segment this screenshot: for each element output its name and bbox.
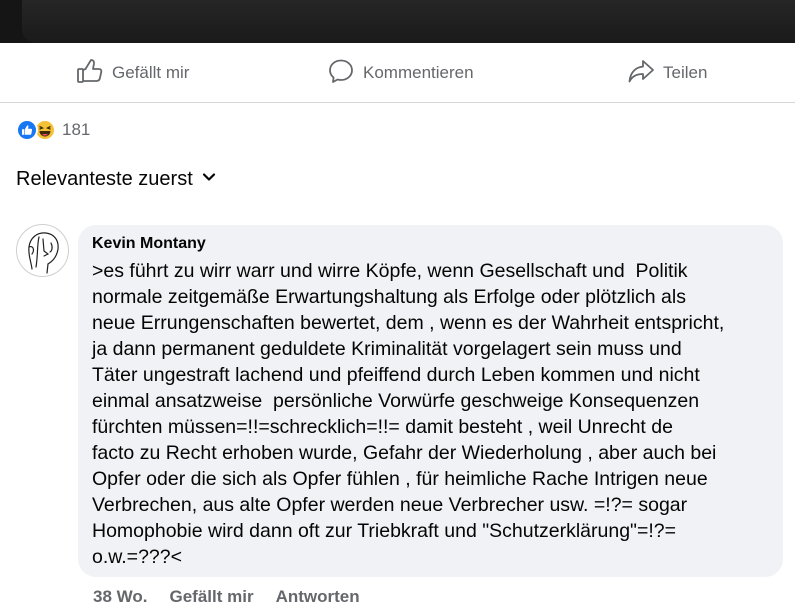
share-button[interactable]: Teilen (627, 43, 707, 103)
avatar[interactable] (16, 224, 69, 277)
avatar-sketch-image (28, 232, 59, 274)
share-arrow-icon (627, 57, 655, 90)
comment-text: >es führt zu wirr warr und wirre Köpfe, … (92, 260, 725, 568)
speech-bubble-icon (327, 57, 355, 90)
media-image-edge (22, 0, 795, 43)
chevron-down-icon (201, 168, 217, 191)
comment-actions: 38 Wo. Gefällt mir Antworten (93, 587, 360, 607)
like-reaction-icon (16, 119, 38, 141)
comment-sort-dropdown[interactable]: Relevanteste zuerst (16, 168, 217, 191)
like-button-label: Gefällt mir (112, 63, 190, 82)
comment-author[interactable]: Kevin Montany (92, 234, 769, 254)
comment-like-button[interactable]: Gefällt mir (169, 587, 253, 607)
post-action-bar: Gefällt mir Kommentieren Teilen (0, 43, 795, 103)
comment-bubble: Kevin Montany >es führt zu wirr warr und… (78, 225, 783, 577)
comment-button-label: Kommentieren (363, 63, 474, 82)
comment-button[interactable]: Kommentieren (327, 43, 474, 103)
comment-timestamp[interactable]: 38 Wo. (93, 587, 147, 607)
reaction-summary[interactable]: 181 (16, 118, 90, 142)
share-button-label: Teilen (663, 63, 708, 82)
thumbs-up-outline-icon (76, 57, 104, 90)
sort-label: Relevanteste zuerst (16, 168, 193, 190)
like-button[interactable]: Gefällt mir (76, 43, 189, 103)
post-media-bottom[interactable] (0, 0, 795, 43)
reaction-count: 181 (62, 120, 91, 139)
comment-reply-button[interactable]: Antworten (276, 587, 360, 607)
